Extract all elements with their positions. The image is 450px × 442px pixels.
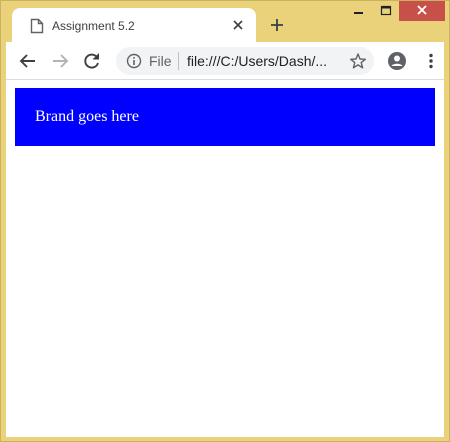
forward-arrow-icon[interactable] — [50, 51, 70, 71]
star-icon[interactable] — [349, 52, 367, 70]
scheme-label: File — [149, 53, 172, 69]
omnibox-divider — [178, 52, 179, 70]
close-icon[interactable] — [230, 17, 246, 33]
brand-header: Brand goes here — [15, 88, 435, 146]
browser-window: Assignment 5.2 File file:///C:/Users/Das… — [0, 0, 450, 442]
account-circle-icon[interactable] — [387, 51, 407, 71]
info-icon[interactable] — [126, 53, 142, 69]
plus-icon[interactable] — [268, 16, 286, 34]
address-bar[interactable]: File file:///C:/Users/Dash/... — [116, 47, 374, 75]
browser-tab[interactable]: Assignment 5.2 — [12, 8, 256, 42]
browser-toolbar: File file:///C:/Users/Dash/... — [6, 42, 444, 80]
close-window-button[interactable] — [399, 0, 445, 21]
brand-text: Brand goes here — [35, 108, 139, 125]
reload-icon[interactable] — [82, 51, 102, 71]
tab-title: Assignment 5.2 — [52, 19, 135, 33]
page-icon — [30, 18, 44, 34]
back-arrow-icon[interactable] — [18, 51, 38, 71]
url-text[interactable]: file:///C:/Users/Dash/... — [187, 53, 327, 69]
kebab-menu-icon[interactable] — [421, 51, 441, 71]
page-viewport: Brand goes here — [6, 80, 444, 437]
close-icon — [417, 5, 427, 15]
minimize-icon[interactable] — [345, 2, 373, 22]
maximize-icon[interactable] — [373, 2, 399, 22]
